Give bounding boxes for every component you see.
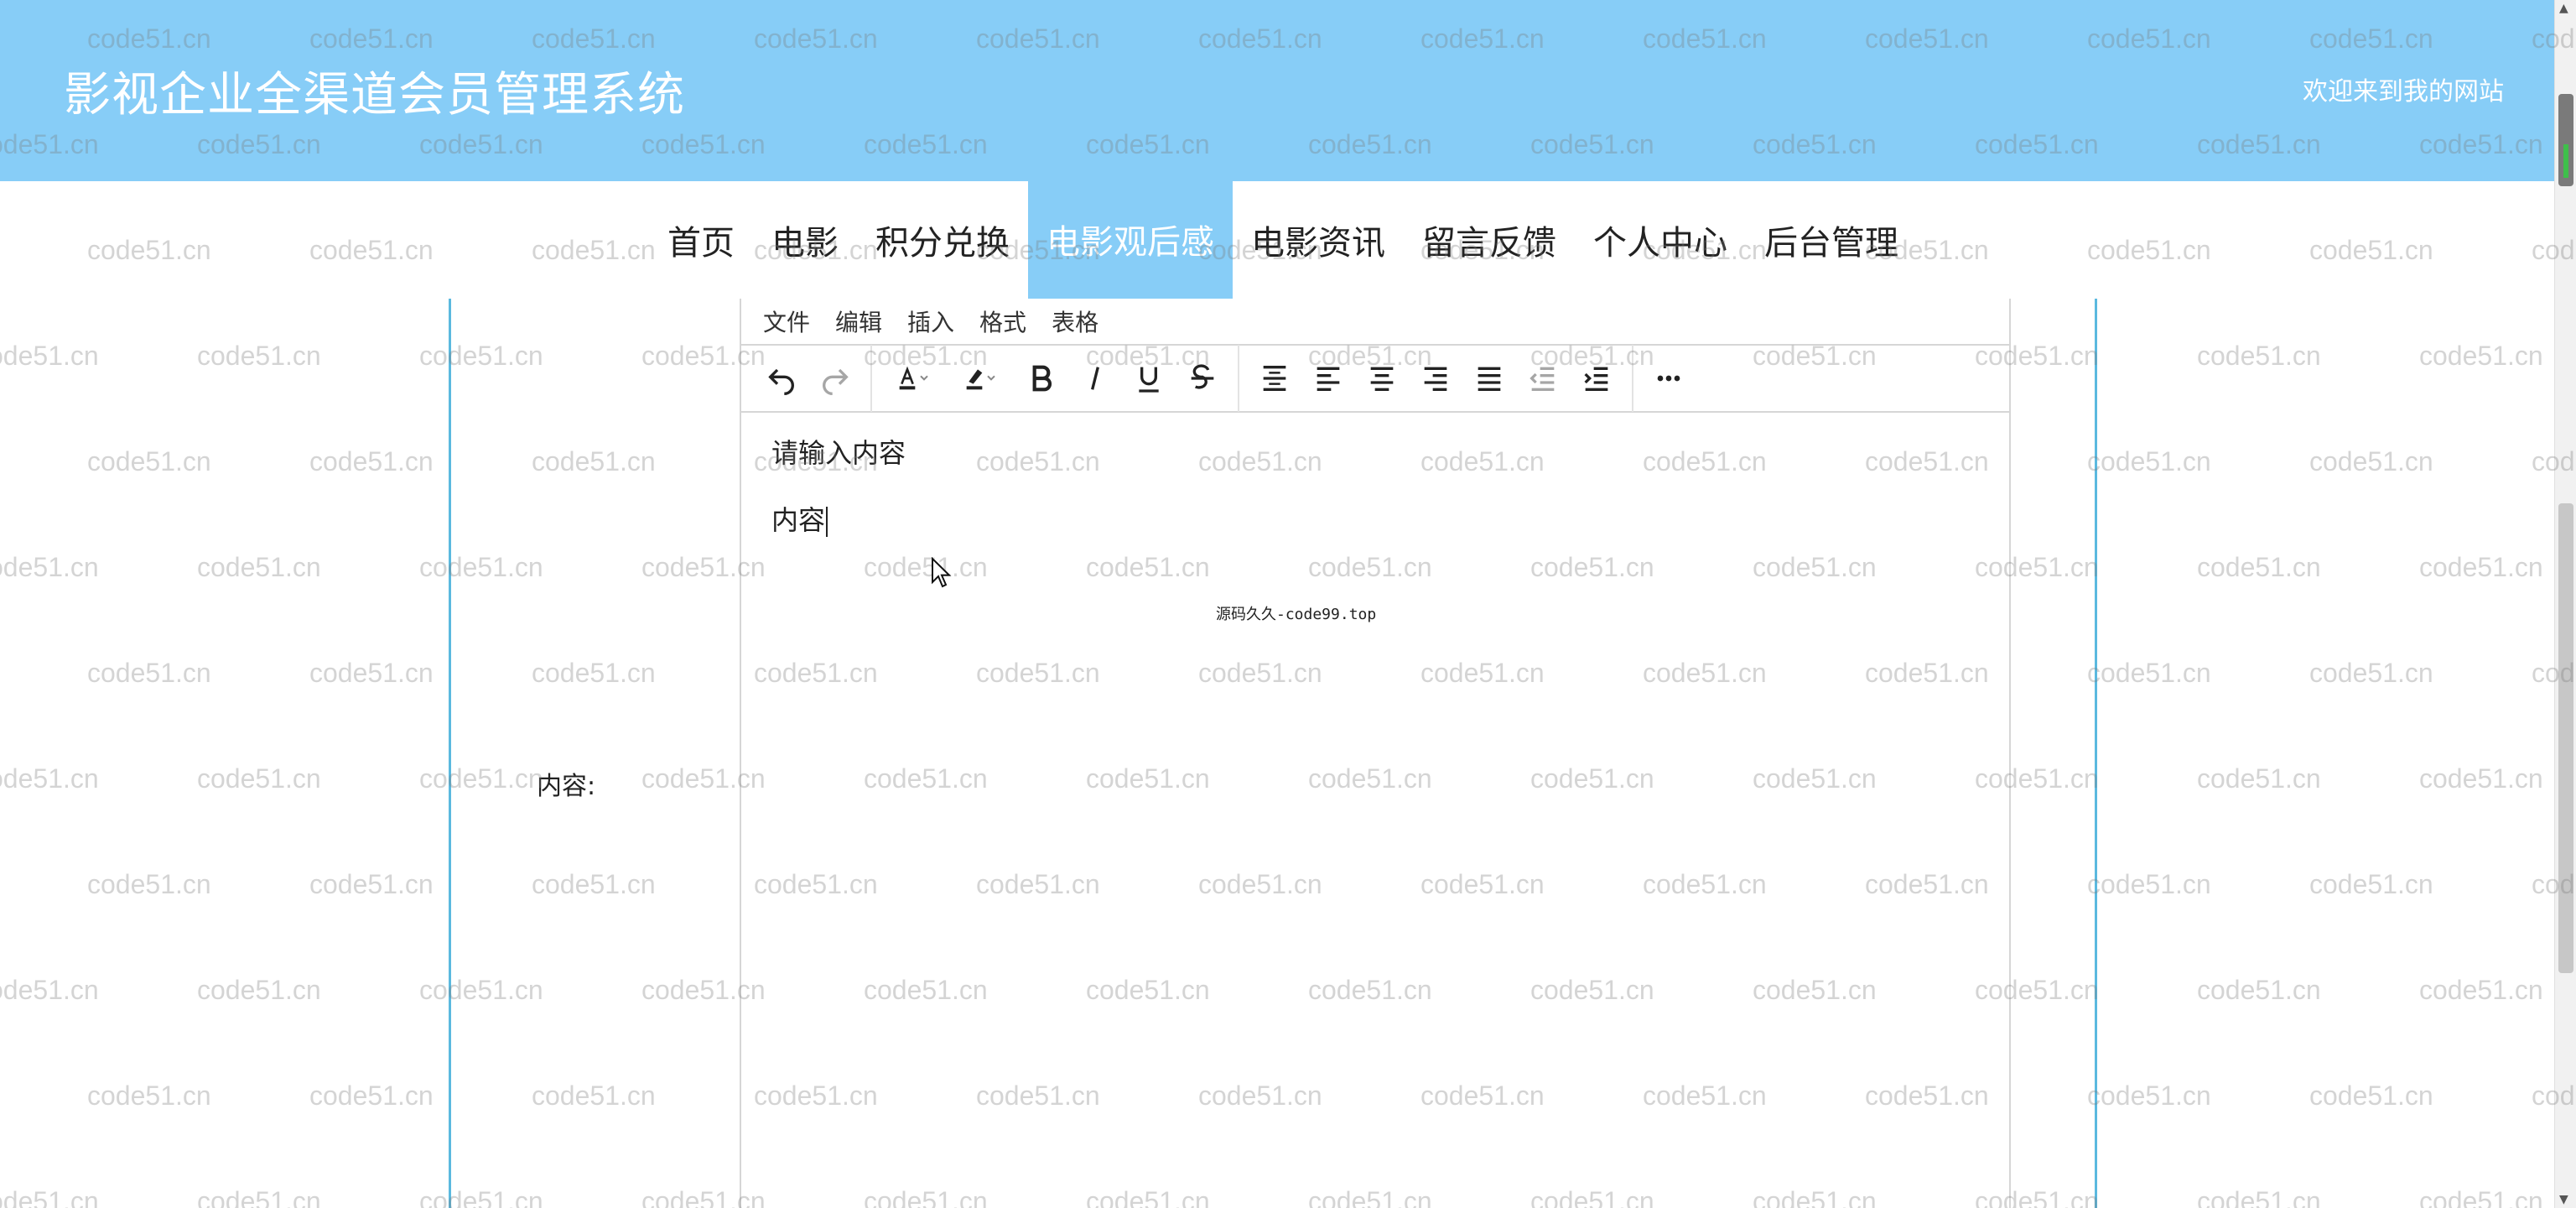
italic-icon[interactable] [1068, 351, 1122, 405]
indent-icon[interactable] [1570, 351, 1623, 405]
nav-item-home[interactable]: 首页 [649, 181, 753, 299]
nav-item-admin[interactable]: 后台管理 [1746, 181, 1917, 299]
menu-table[interactable]: 表格 [1052, 305, 1098, 338]
watermark-text: code51.cn [2309, 869, 2433, 899]
main-nav: 首页 电影 积分兑换 电影观后感 电影资讯 留言反馈 个人中心 后台管理 [0, 180, 2554, 299]
menu-edit[interactable]: 编辑 [835, 305, 882, 338]
watermark-text: code51.cn [87, 446, 211, 476]
content-field-label: 内容: [537, 772, 596, 801]
page: 影视企业全渠道会员管理系统 欢迎来到我的网站 首页 电影 积分兑换 电影观后感 … [0, 0, 2576, 1208]
scrollbar-indicator [2558, 94, 2573, 186]
watermark-text: code51.cn [309, 658, 434, 688]
watermark-text: code51.cn [2419, 552, 2543, 582]
watermark-text: code51.cn [532, 869, 656, 899]
watermark-text: code51.cn [532, 446, 656, 476]
watermark-text: code51.cn [2197, 552, 2321, 582]
watermark-text: code51.cn [0, 1186, 99, 1208]
watermark-text: code51.cn [197, 552, 321, 582]
text-caret [826, 507, 828, 537]
watermark-text: code51.cn [197, 341, 321, 371]
watermark-text: code51.cn [197, 975, 321, 1005]
watermark-text: code51.cn [2087, 658, 2211, 688]
nav-item-personal-center[interactable]: 个人中心 [1575, 181, 1746, 299]
watermark-text: code51.cn [2197, 763, 2321, 794]
source-note: 源码久久-code99.top [1216, 606, 1377, 623]
content-frame-left-border [449, 299, 451, 1208]
editor-menubar: 文件 编辑 插入 格式 表格 [741, 299, 2009, 346]
watermark-text: code51.cn [0, 341, 99, 371]
watermark-text: code51.cn [2419, 1186, 2543, 1208]
watermark-text: code51.cn [2087, 1080, 2211, 1111]
editor-placeholder-line: 请输入内容 [771, 437, 906, 469]
rich-text-editor: 文件 编辑 插入 格式 表格 请输入内容 内容 [740, 299, 2011, 1208]
watermark-text: code51.cn [0, 975, 99, 1005]
watermark-text: code51.cn [2087, 869, 2211, 899]
watermark-text: code51.cn [419, 975, 543, 1005]
site-title: 影视企业全渠道会员管理系统 [64, 68, 685, 122]
align-right-icon[interactable] [1409, 351, 1462, 405]
bold-icon[interactable] [1015, 351, 1068, 405]
watermark-text: code51.cn [419, 341, 543, 371]
undo-icon[interactable] [755, 351, 808, 405]
scroll-up-arrow-icon[interactable]: ▲ [2559, 2, 2568, 15]
scrollbar-thumb[interactable] [2558, 503, 2573, 973]
watermark-text: code51.cn [2419, 341, 2543, 371]
editor-typed-line: 内容 [771, 503, 1979, 537]
underline-icon[interactable] [1122, 351, 1176, 405]
strikethrough-icon[interactable] [1176, 351, 1229, 405]
watermark-text: code51.cn [87, 658, 211, 688]
watermark-text: code51.cn [2309, 1080, 2433, 1111]
nav-item-movie-news[interactable]: 电影资讯 [1233, 181, 1404, 299]
nav-item-feedback[interactable]: 留言反馈 [1404, 181, 1575, 299]
align-center-icon[interactable] [1355, 351, 1409, 405]
text-color-icon[interactable] [880, 351, 948, 405]
watermark-text: code51.cn [2309, 446, 2433, 476]
editor-typed-text: 内容 [771, 504, 826, 536]
watermark-text: code51.cn [309, 446, 434, 476]
menu-insert[interactable]: 插入 [907, 305, 954, 338]
watermark-text: code51.cn [2309, 658, 2433, 688]
line-height-icon[interactable] [1248, 351, 1301, 405]
site-header: 影视企业全渠道会员管理系统 欢迎来到我的网站 [0, 0, 2554, 181]
watermark-text: code51.cn [197, 763, 321, 794]
watermark-text: code51.cn [87, 869, 211, 899]
watermark-text: code51.cn [419, 552, 543, 582]
menu-format[interactable]: 格式 [979, 305, 1026, 338]
more-icon[interactable] [1642, 351, 1696, 405]
align-left-icon[interactable] [1301, 351, 1355, 405]
redo-icon[interactable] [808, 351, 862, 405]
align-justify-icon[interactable] [1462, 351, 1516, 405]
outdent-icon[interactable] [1516, 351, 1570, 405]
watermark-text: code51.cn [87, 1080, 211, 1111]
content-frame-right-border [2095, 299, 2097, 1208]
nav-item-movie-reviews[interactable]: 电影观后感 [1028, 180, 1233, 299]
watermark-text: code51.cn [419, 763, 543, 794]
watermark-text: code51.cn [532, 1080, 656, 1111]
highlight-color-icon[interactable] [948, 351, 1015, 405]
watermark-text: code51.cn [197, 1186, 321, 1208]
watermark-text: code51.cn [419, 1186, 543, 1208]
welcome-text: 欢迎来到我的网站 [2303, 77, 2504, 107]
watermark-text: code51.cn [2197, 1186, 2321, 1208]
watermark-text: code51.cn [0, 763, 99, 794]
watermark-text: code51.cn [2087, 446, 2211, 476]
watermark-text: code51.cn [532, 658, 656, 688]
nav-item-movies[interactable]: 电影 [753, 181, 857, 299]
editor-toolbar [741, 345, 2009, 413]
watermark-text: code51.cn [2419, 763, 2543, 794]
page-scrollbar[interactable]: ▲ ▼ [2554, 0, 2576, 1208]
watermark-text: code51.cn [2419, 975, 2543, 1005]
watermark-text: code51.cn [0, 552, 99, 582]
watermark-text: code51.cn [2197, 341, 2321, 371]
scroll-down-arrow-icon[interactable]: ▼ [2559, 1193, 2568, 1206]
watermark-text: code51.cn [2197, 975, 2321, 1005]
watermark-text: code51.cn [309, 1080, 434, 1111]
watermark-text: code51.cn [309, 869, 434, 899]
menu-file[interactable]: 文件 [763, 305, 810, 338]
nav-item-points-exchange[interactable]: 积分兑换 [857, 181, 1028, 299]
mouse-pointer-icon [932, 557, 952, 588]
